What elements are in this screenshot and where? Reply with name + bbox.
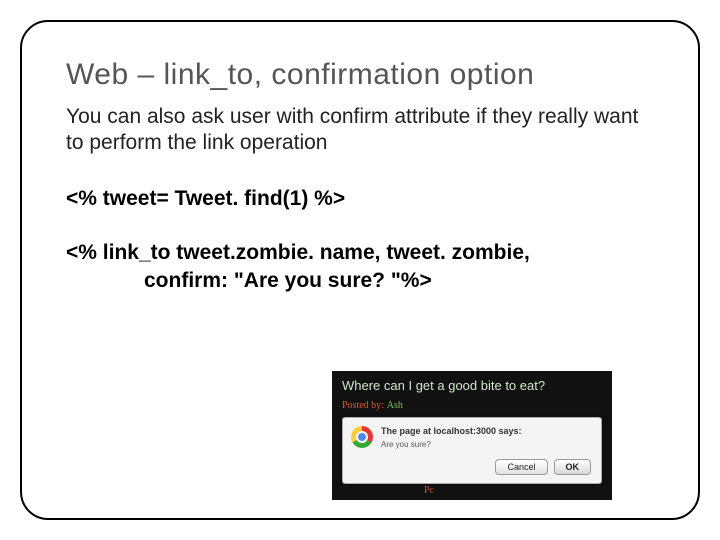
mockup-byline: Posted by: Ash [332,398,612,417]
ok-button[interactable]: OK [554,459,592,475]
dialog-title: The page at localhost:3000 says: [381,426,591,436]
code-block-1: <% tweet= Tweet. find(1) %> [66,185,654,213]
chrome-icon [351,426,373,448]
code-line-2b: confirm: "Are you sure? "%> [144,267,654,295]
dialog-body: The page at localhost:3000 says: Are you… [381,426,591,475]
mockup-question: Where can I get a good bite to eat? [332,371,612,398]
footer-marker: Pc [424,485,434,496]
posted-by-label: Posted by: [342,400,384,411]
confirm-dialog: The page at localhost:3000 says: Are you… [342,417,602,484]
cancel-button[interactable]: Cancel [495,459,547,475]
code-block-2: <% link_to tweet.zombie. name, tweet. zo… [66,239,654,296]
slide-description: You can also ask user with confirm attri… [66,104,654,157]
slide-card: Web – link_to, confirmation option You c… [20,20,700,520]
slide-title: Web – link_to, confirmation option [66,58,654,92]
dialog-buttons: Cancel OK [381,459,591,475]
dialog-backdrop: The page at localhost:3000 says: Are you… [332,417,612,486]
code-line-2a: <% link_to tweet.zombie. name, tweet. zo… [66,239,654,267]
dialog-message: Are you sure? [381,440,591,449]
browser-mockup: Where can I get a good bite to eat? Post… [332,371,612,500]
posted-by-name: Ash [387,400,403,411]
mockup-footer: Pc [332,486,612,500]
